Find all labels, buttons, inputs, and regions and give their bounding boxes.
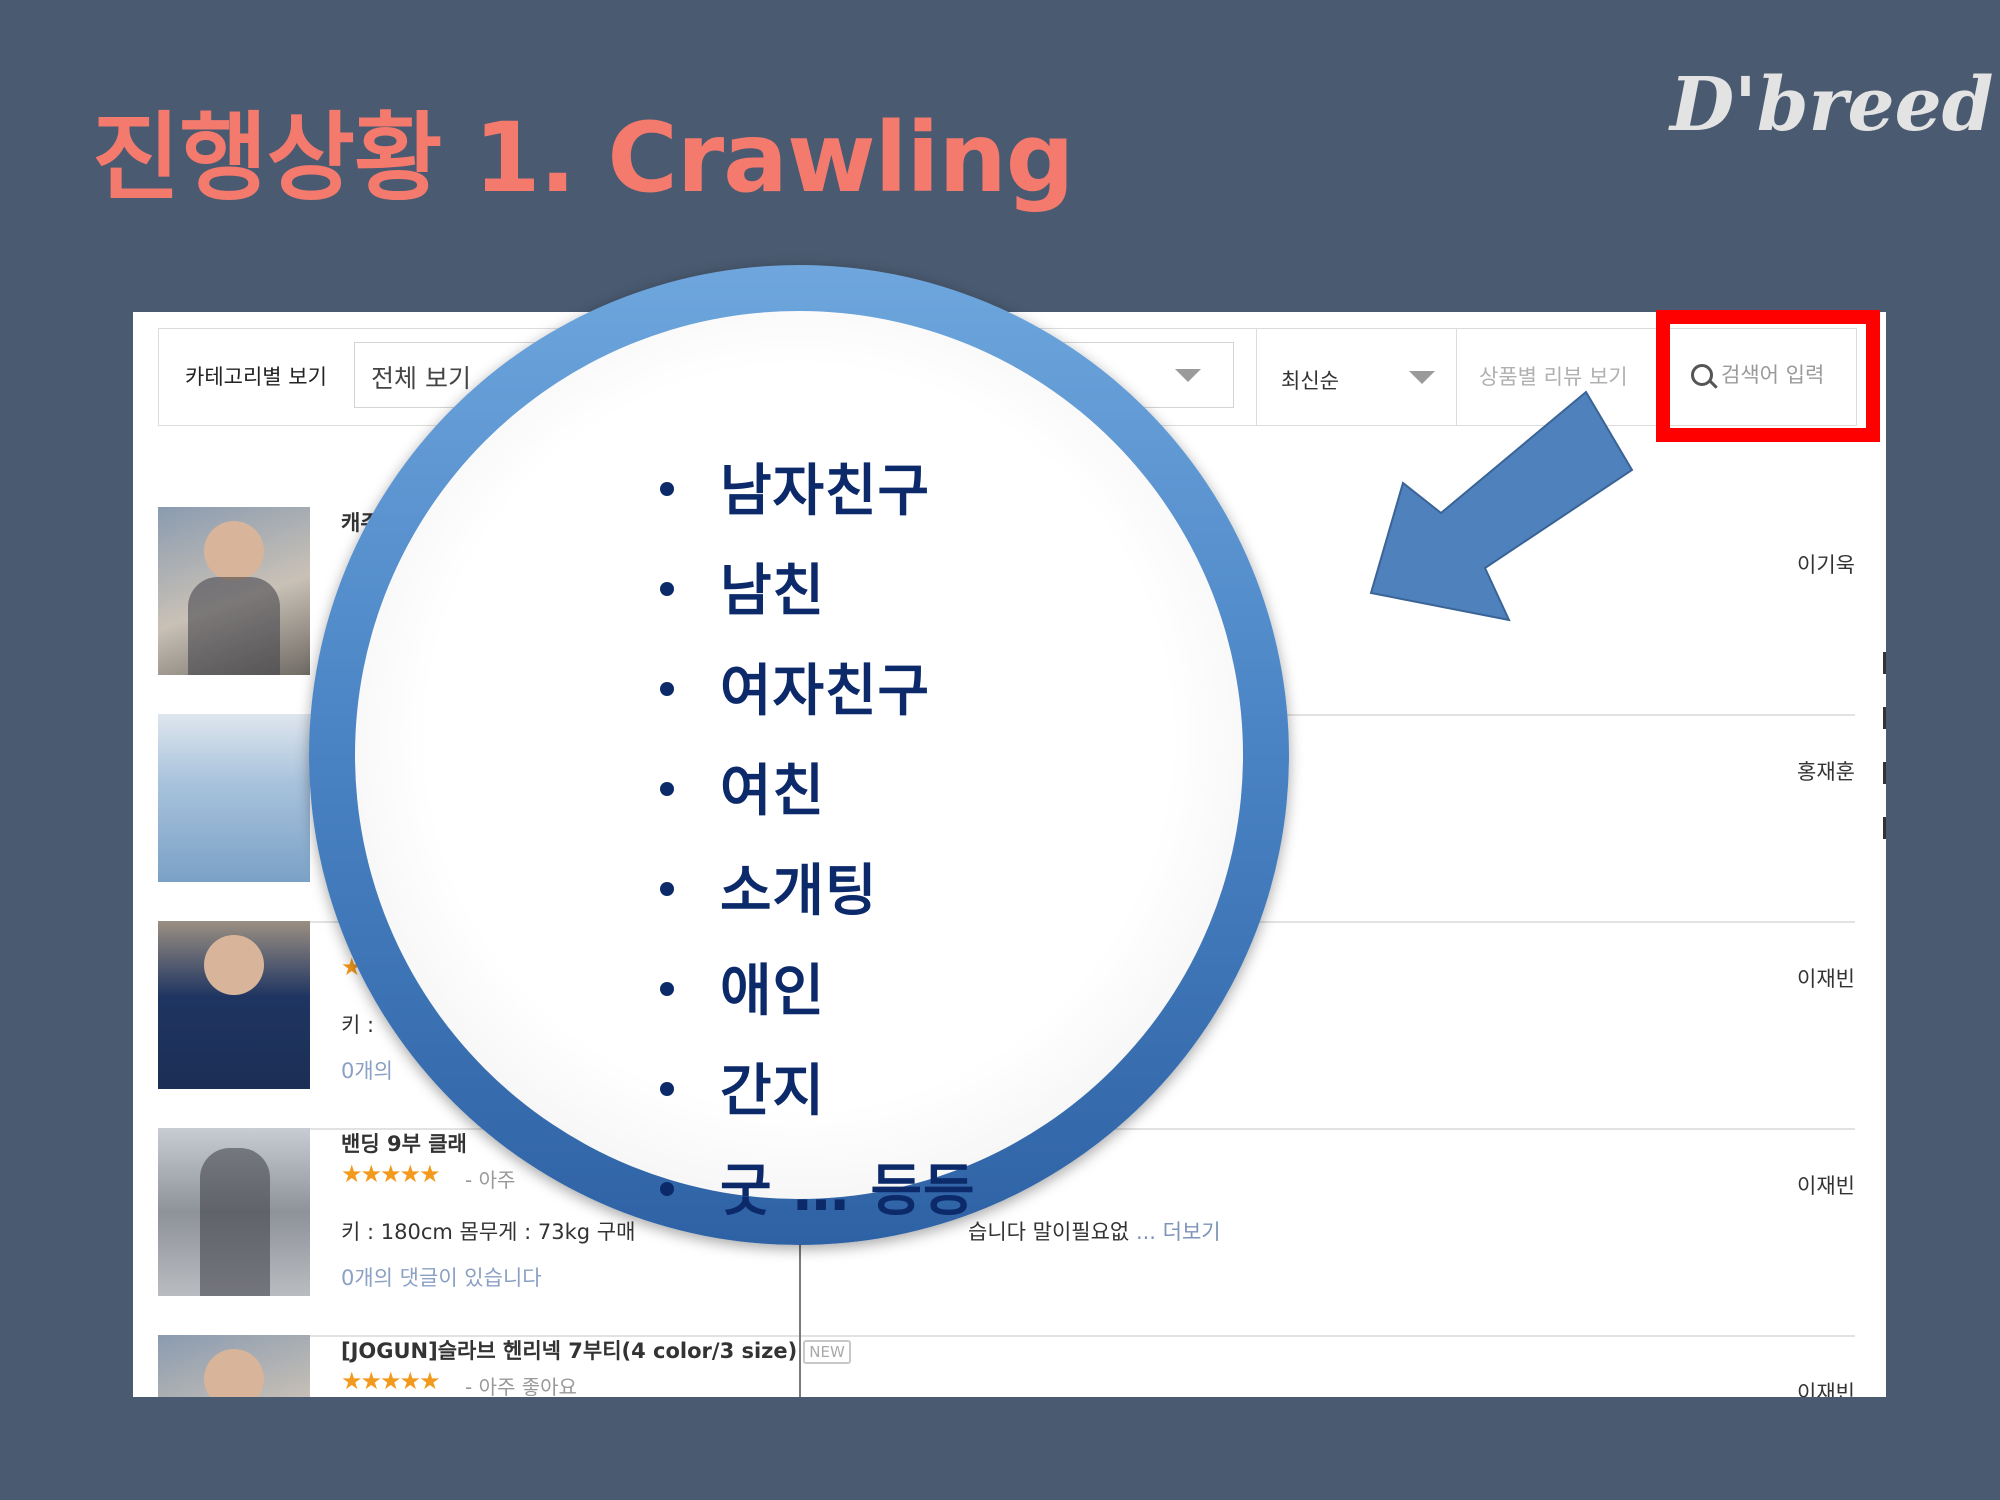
magnifier-lens: 남자친구 남친 여자친구 여친 소개팅 애인 간지 굿 … 등등 [355, 311, 1243, 1224]
new-badge: NEW [803, 1340, 851, 1364]
review-author: 홍재훈 [1797, 760, 1855, 784]
category-label: 카테고리별 보기 [185, 365, 327, 389]
comment-count[interactable]: 0개의 [341, 1055, 393, 1085]
edge-mark [1883, 707, 1886, 729]
product-thumbnail[interactable] [158, 1335, 310, 1397]
product-thumbnail[interactable] [158, 1128, 310, 1296]
edge-mark [1883, 817, 1886, 839]
bullet-icon [660, 1082, 674, 1096]
keyword-text: 남친 [720, 559, 826, 624]
product-title[interactable]: [JOGUN]슬라브 헨리넥 7부티(4 color/3 size) NEW [341, 1335, 851, 1365]
bullet-icon [660, 682, 674, 696]
pointer-arrow-icon [1369, 390, 1634, 622]
keyword-text: 여친 [720, 759, 826, 824]
bullet-icon [660, 482, 674, 496]
product-thumbnail[interactable] [158, 507, 310, 675]
bullet-icon [660, 582, 674, 596]
keyword-text: 여자친구 [720, 659, 931, 724]
product-thumbnail[interactable] [158, 921, 310, 1089]
rating-text: - 아주 좋아요 [465, 1375, 577, 1397]
cursor-line [799, 1242, 801, 1397]
bullet-icon [660, 1182, 674, 1196]
search-highlight-box [1656, 310, 1880, 442]
review-view-select[interactable]: 상품별 리뷰 보기 [1479, 361, 1628, 391]
review-text: 키 : 180cm 몸무게 : 73kg 구매 [341, 1220, 636, 1244]
review-item[interactable]: [JOGUN]슬라브 헨리넥 7부티(4 color/3 size) NEW ★★… [158, 1335, 1855, 1397]
review-text-tail-value: 습니다 말이필요없 [968, 1220, 1130, 1244]
keyword-text: 남자친구 [720, 459, 931, 524]
comment-count[interactable]: 0개의 댓글이 있습니다 [341, 1262, 542, 1292]
edge-mark [1883, 762, 1886, 784]
product-title-text[interactable]: [JOGUN]슬라브 헨리넥 7부티(4 color/3 size) [341, 1339, 797, 1363]
rating-text: - 아주 [465, 1168, 516, 1192]
keyword-text: 애인 [720, 959, 826, 1024]
brand-logo: D'breed [1670, 62, 1994, 148]
review-author: 이재빈 [1797, 1174, 1855, 1198]
sort-select[interactable]: 최신순 [1281, 365, 1339, 395]
review-text: 키 : [341, 1013, 375, 1037]
review-author: 이재빈 [1797, 1381, 1855, 1397]
keyword-text: 굿 … 등등 [720, 1159, 976, 1224]
magnifier: 남자친구 남친 여자친구 여친 소개팅 애인 간지 굿 … 등등 [309, 265, 1289, 1245]
product-title[interactable]: 밴딩 9부 클래 [341, 1128, 467, 1158]
review-author: 이재빈 [1797, 967, 1855, 991]
star-rating: ★★★★★ [341, 1367, 441, 1395]
chevron-down-icon [1175, 369, 1201, 382]
slide-title: 진행상황 1. Crawling [92, 102, 1075, 214]
keyword-text: 소개팅 [720, 859, 878, 924]
category-select-value: 전체 보기 [371, 364, 471, 393]
product-thumbnail[interactable] [158, 714, 310, 882]
read-more-link[interactable]: ... 더보기 [1136, 1220, 1221, 1244]
keyword-text: 간지 [720, 1059, 826, 1124]
chevron-down-icon[interactable] [1409, 371, 1435, 384]
bullet-icon [660, 782, 674, 796]
review-text-tail: 습니다 말이필요없 ... 더보기 [968, 1216, 1221, 1246]
edge-mark [1883, 652, 1886, 674]
bullet-icon [660, 982, 674, 996]
star-rating: ★★★★★ [341, 1160, 441, 1188]
divider [1256, 329, 1257, 425]
bullet-icon [660, 882, 674, 896]
review-author: 이기욱 [1797, 553, 1855, 577]
